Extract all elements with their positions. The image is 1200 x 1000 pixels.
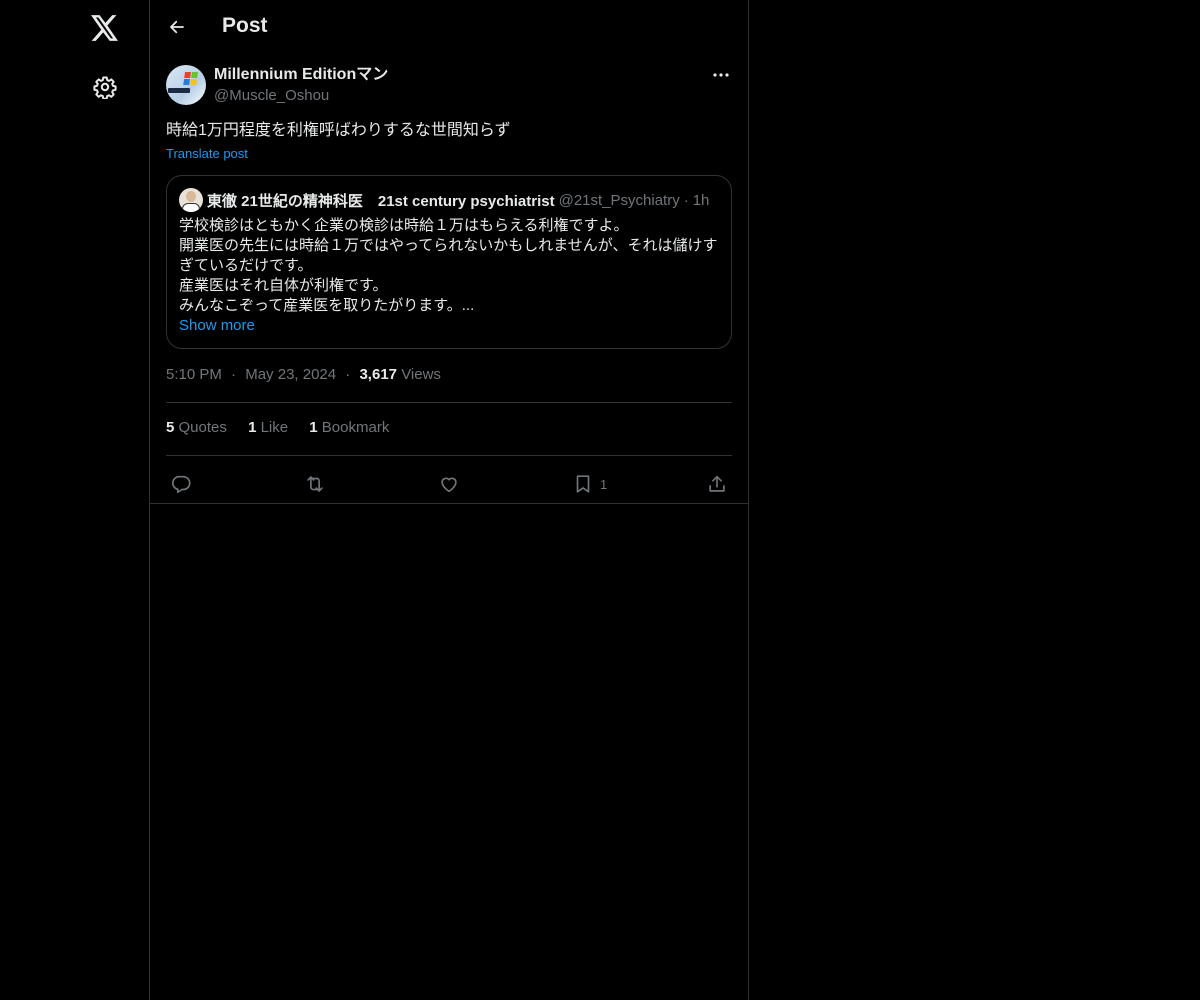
divider — [166, 455, 732, 456]
quote-author-name: 東徹 21世紀の精神科医 21st century psychiatrist — [207, 192, 555, 210]
post-stats: 5 Quotes 1 Like 1 Bookmark — [166, 419, 406, 436]
quoted-post-text: 学校検診はともかく企業の検診は時給１万はもらえる利権ですよ。 開業医の先生には時… — [179, 216, 719, 336]
arrow-left-icon[interactable] — [160, 10, 194, 44]
author-handle[interactable]: @Muscle_Oshou — [214, 86, 388, 106]
bookmark-count: 1 — [600, 476, 608, 492]
quotes-stat[interactable]: 5 Quotes — [166, 419, 227, 436]
quoted-post-header: 東徹 21世紀の精神科医 21st century psychiatrist @… — [179, 188, 719, 212]
heart-icon[interactable] — [438, 467, 460, 501]
author-display-name[interactable]: Millennium Editionマン — [214, 64, 388, 86]
divider — [150, 503, 748, 504]
quote-line: 産業医はそれ自体が利権です。 — [179, 277, 388, 294]
post-time[interactable]: 5:10 PM — [166, 366, 222, 383]
quote-author-handle: @21st_Psychiatry — [558, 191, 680, 209]
likes-stat[interactable]: 1 Like — [248, 419, 288, 436]
quoted-post[interactable]: 東徹 21世紀の精神科医 21st century psychiatrist @… — [166, 175, 732, 349]
post-date[interactable]: May 23, 2024 — [245, 366, 336, 383]
main-column: Post Millennium Editionマン @Muscle_Oshou … — [150, 0, 749, 1000]
repost-icon[interactable] — [303, 467, 327, 501]
quote-line: 学校検診はともかく企業の検診は時給１万はもらえる利権ですよ。 — [179, 217, 629, 234]
bookmarks-stat[interactable]: 1 Bookmark — [309, 419, 389, 436]
post-actions: 1 — [166, 467, 732, 501]
views-count: 3,617 — [359, 366, 398, 383]
bookmark-icon[interactable]: 1 — [572, 467, 607, 501]
page-title: Post — [222, 14, 268, 37]
separator-dot: · — [345, 366, 351, 383]
quote-avatar — [179, 188, 203, 212]
views-label: Views — [401, 366, 441, 383]
share-icon[interactable] — [706, 467, 728, 501]
post-author[interactable]: Millennium Editionマン @Muscle_Oshou — [214, 64, 388, 106]
quote-line: ぎているだけです。 — [179, 257, 313, 274]
avatar[interactable] — [166, 65, 206, 105]
gear-icon[interactable] — [80, 62, 130, 112]
translate-post-link[interactable]: Translate post — [166, 146, 248, 161]
divider — [166, 402, 732, 403]
page-header: Post — [150, 0, 748, 54]
x-logo-icon[interactable] — [80, 3, 130, 53]
quote-line: みんなこぞって産業医を取りたがります。... — [179, 297, 475, 314]
post-meta: 5:10 PM · May 23, 2024 · 3,617 Views — [166, 366, 441, 383]
more-options-icon[interactable] — [710, 64, 732, 86]
reply-icon[interactable] — [170, 467, 192, 501]
sidebar — [0, 0, 150, 1000]
quote-timestamp: 1h — [692, 191, 710, 209]
separator-dot: · — [231, 366, 237, 383]
post-text: 時給1万円程度を利権呼ばわりするな世間知らず — [166, 122, 511, 139]
show-more-link[interactable]: Show more — [179, 316, 719, 336]
quote-line: 開業医の先生には時給１万ではやってられないかもしれませんが、それは儲けす — [179, 237, 718, 254]
separator-dot: · — [683, 191, 689, 209]
